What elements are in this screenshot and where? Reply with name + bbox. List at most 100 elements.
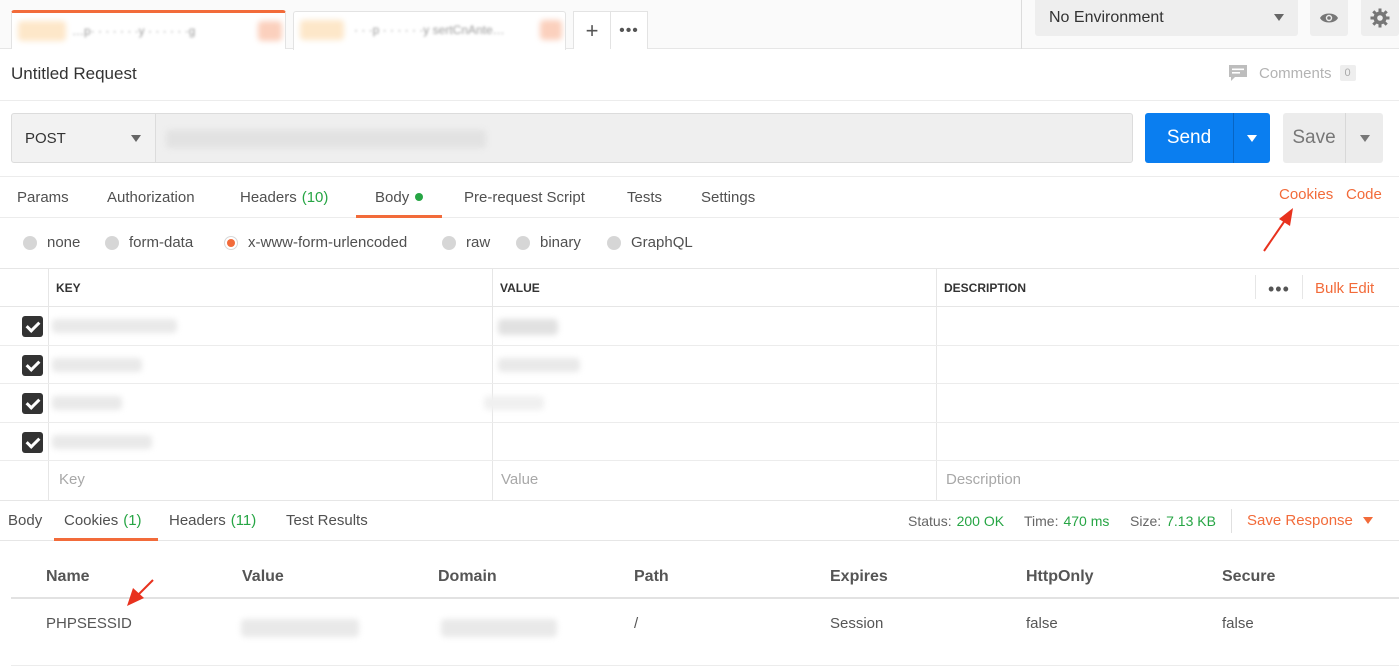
send-options-button[interactable] [1233, 113, 1270, 163]
environment-select-value: No Environment [1049, 9, 1164, 26]
tab-label: Authorization [107, 188, 195, 206]
status-label: Status: [908, 513, 952, 529]
request-title[interactable]: Untitled Request [11, 64, 137, 84]
table-row [0, 423, 1399, 461]
divider [1021, 0, 1022, 49]
radio-binary[interactable]: binary [516, 234, 581, 251]
tab-label-redacted: …p· · · · · · ·y · · · · · ·g [72, 24, 196, 38]
tab-settings[interactable]: Settings [701, 177, 755, 217]
response-tab-test-results[interactable]: Test Results [286, 501, 368, 540]
tab-count: (1) [123, 512, 142, 529]
value-redacted[interactable] [498, 357, 580, 372]
value-redacted[interactable] [484, 396, 544, 410]
save-response-button[interactable]: Save Response [1247, 512, 1373, 529]
cookie-httponly: false [1026, 615, 1058, 632]
radio-circle-selected [224, 235, 238, 250]
tab-close-redacted [540, 20, 562, 40]
tab-close-redacted [258, 21, 282, 41]
key-value-redacted[interactable] [52, 319, 177, 333]
url-input[interactable] [155, 113, 1133, 163]
tab-method-badge-redacted [300, 20, 344, 40]
response-size: Size: 7.13 KB [1130, 513, 1216, 529]
request-title-row: Untitled Request Comments 0 [0, 49, 1399, 101]
tab-body[interactable]: Body [355, 177, 443, 218]
tab-label-redacted: · · ·p · · · · · ·y sertCnAnte… [354, 23, 505, 37]
radio-label: none [47, 234, 81, 251]
response-tab-body[interactable]: Body [8, 501, 42, 540]
row-checkbox[interactable] [22, 393, 43, 414]
code-link[interactable]: Code [1346, 186, 1382, 203]
new-tab-button[interactable]: + [573, 11, 611, 49]
tab-authorization[interactable]: Authorization [107, 177, 195, 217]
environment-select[interactable]: No Environment [1035, 0, 1298, 36]
tab-headers[interactable]: Headers (10) [240, 177, 328, 217]
tab-options-button[interactable]: ••• [610, 11, 648, 49]
radio-circle [607, 235, 621, 250]
row-checkbox[interactable] [22, 354, 43, 376]
tab-label: Body [375, 188, 410, 206]
request-tab-1[interactable]: …p· · · · · · ·y · · · · · ·g [11, 10, 286, 49]
radio-form-data[interactable]: form-data [105, 234, 193, 251]
table-options-button[interactable]: ••• [1268, 279, 1290, 300]
value-input[interactable]: Value [501, 471, 538, 488]
chevron-down-icon [1362, 517, 1373, 524]
radio-x-www-form-urlencoded[interactable]: x-www-form-urlencoded [224, 234, 407, 251]
key-value-redacted[interactable] [52, 357, 142, 372]
table-row [0, 307, 1399, 346]
tab-tests[interactable]: Tests [627, 177, 662, 217]
radio-circle [23, 235, 37, 250]
divider [1231, 509, 1232, 533]
send-button[interactable]: Send [1145, 113, 1270, 163]
table-row [0, 384, 1399, 423]
response-tab-cookies[interactable]: Cookies (1) [54, 501, 158, 541]
cookie-secure: false [1222, 615, 1254, 632]
comment-icon [1229, 65, 1247, 81]
column-header-expires: Expires [830, 568, 888, 585]
more-icon: ••• [619, 21, 639, 39]
key-value-redacted[interactable] [52, 396, 122, 410]
chevron-down-icon [1359, 134, 1370, 142]
chevron-down-icon [1247, 134, 1257, 142]
environment-settings-button[interactable] [1361, 0, 1399, 36]
tab-count: (11) [230, 512, 257, 529]
save-button[interactable]: Save [1283, 113, 1383, 163]
tab-label: Cookies [64, 512, 119, 529]
description-input[interactable]: Description [946, 471, 1021, 488]
tab-label: Tests [627, 188, 663, 206]
request-tab-2[interactable]: · · ·p · · · · · ·y sertCnAnte… [293, 11, 566, 50]
method-select[interactable]: POST [11, 113, 156, 163]
radio-graphql[interactable]: GraphQL [607, 234, 693, 251]
comments-button[interactable]: Comments 0 [1228, 64, 1356, 82]
comments-label: Comments [1259, 64, 1332, 82]
column-header-key: KEY [56, 281, 81, 295]
cookies-link[interactable]: Cookies [1279, 186, 1333, 203]
comments-count: 0 [1339, 65, 1356, 81]
key-value-redacted[interactable] [52, 434, 152, 449]
tab-params[interactable]: Params [17, 177, 69, 217]
size-value: 7.13 KB [1166, 513, 1216, 529]
cookie-domain-redacted [441, 619, 557, 637]
eye-icon [1320, 13, 1338, 23]
cookie-expires: Session [830, 615, 884, 632]
column-header-value: VALUE [500, 281, 540, 295]
bulk-edit-link[interactable]: Bulk Edit [1315, 280, 1374, 297]
save-options-button[interactable] [1345, 113, 1383, 163]
response-tab-headers[interactable]: Headers (11) [169, 501, 256, 540]
divider [1255, 275, 1256, 299]
value-redacted[interactable] [498, 319, 558, 335]
key-input[interactable]: Key [59, 471, 85, 488]
tab-pre-request-script[interactable]: Pre-request Script [464, 177, 585, 217]
save-label: Save [1292, 127, 1336, 148]
radio-label: form-data [129, 234, 194, 251]
tab-method-badge-redacted [18, 21, 66, 41]
radio-none[interactable]: none [23, 234, 80, 251]
row-checkbox[interactable] [22, 316, 43, 337]
table-header: KEY VALUE DESCRIPTION ••• Bulk Edit [0, 269, 1399, 307]
radio-label: binary [540, 234, 581, 251]
tab-label: Body [8, 512, 43, 529]
row-checkbox[interactable] [22, 431, 43, 453]
environment-quick-look-button[interactable] [1310, 0, 1348, 36]
chevron-down-icon [131, 135, 141, 142]
table-header: Name Value Domain Path Expires HttpOnly … [11, 556, 1399, 599]
radio-raw[interactable]: raw [442, 234, 490, 251]
